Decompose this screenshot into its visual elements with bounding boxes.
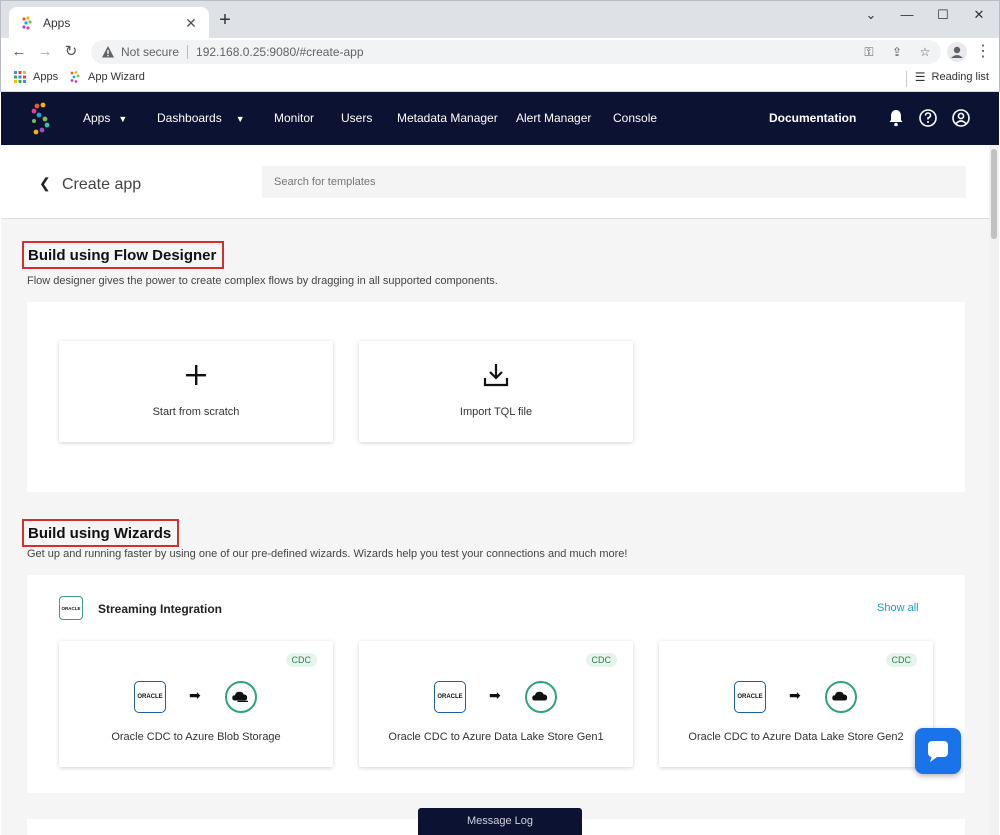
flow-designer-description: Flow designer gives the power to create … [27,275,498,287]
wizards-panel: ORACLE Streaming Integration Show all CD… [27,575,965,793]
oracle-source-icon: ORACLE [134,681,166,713]
show-all-link[interactable]: Show all [877,602,919,614]
message-log-tab[interactable]: Message Log [418,808,582,835]
reload-icon[interactable]: ↻ [61,42,81,62]
wizard-card[interactable]: CDC ORACLE ➡ Oracle CDC to Azure Data La… [359,641,633,767]
cdc-badge: CDC [285,653,317,667]
forward-arrow-icon[interactable]: → [35,42,55,62]
bookmark-app-wizard[interactable]: App Wizard [68,70,145,84]
template-search-input[interactable] [262,166,966,198]
card-label: Oracle CDC to Azure Blob Storage [111,731,281,743]
caret-down-icon: ▼ [235,114,245,124]
card-label: Import TQL file [459,406,533,418]
nav-apps-label: Apps [83,111,111,125]
scrollbar-thumb[interactable] [991,149,997,239]
striim-logo-icon [70,71,80,83]
nav-metadata-manager[interactable]: Metadata Manager [397,111,498,125]
arrow-right-icon: ➡ [189,687,201,703]
bookmarks-bar: Apps App Wizard ☰ Reading list [0,66,1000,92]
oracle-logo-icon: ORACLE [59,596,83,620]
page-header: ❮ Create app [1,145,989,219]
arrow-right-icon: ➡ [489,687,501,703]
share-icon[interactable]: ⇪ [889,44,905,60]
reading-list-label: Reading list [931,71,989,83]
reading-list-button[interactable]: ☰ Reading list [915,70,989,84]
bookmark-apps[interactable]: Apps [13,70,58,84]
striim-logo-icon[interactable] [27,101,55,137]
tab-title: Apps [43,16,71,30]
apps-grid-icon [14,71,26,83]
browser-tab[interactable]: Apps ✕ [9,7,209,39]
caret-down-icon: ▼ [118,114,128,124]
app-navbar: Apps ▼ Dashboards ▼ Monitor Users Metadata… [1,92,999,145]
user-account-icon[interactable] [951,108,971,128]
cdc-badge: CDC [885,653,917,667]
browser-menu-icon[interactable]: ⋮ [975,41,991,61]
chat-button[interactable] [915,728,961,774]
main-content: Build using Flow Designer Flow designer … [1,219,989,835]
profile-avatar-icon[interactable] [947,42,967,62]
azure-cloud-icon [525,681,557,713]
back-arrow-icon[interactable]: ← [9,42,29,62]
start-from-scratch-card[interactable]: Start from scratch [59,341,333,442]
key-icon[interactable]: ⚿ [861,44,877,60]
wizard-card[interactable]: CDC ORACLE ➡ Oracle CDC to Azure Blob St… [59,641,333,767]
bookmark-label: App Wizard [88,71,145,83]
omnibox[interactable]: Not secure 192.168.0.25:9080/#create-app… [91,40,941,64]
bell-icon[interactable] [886,108,906,128]
striim-favicon-icon [22,16,32,30]
chat-bubble-icon [928,741,948,762]
star-icon[interactable]: ☆ [917,44,933,60]
wizards-description: Get up and running faster by using one o… [27,548,628,560]
wizards-title: Build using Wizards [22,519,180,547]
omnibox-divider [187,45,189,59]
flow-designer-panel: Start from scratch Import TQL file [27,302,965,492]
cdc-badge: CDC [585,653,617,667]
new-tab-button[interactable]: + [215,10,235,30]
azure-cloud-icon [225,681,257,713]
nav-monitor[interactable]: Monitor [274,111,314,125]
window-close-icon[interactable]: ✕ [966,5,992,27]
nav-console[interactable]: Console [613,111,657,125]
nav-alert-manager[interactable]: Alert Manager [516,111,591,125]
help-icon[interactable] [918,108,938,128]
nav-documentation[interactable]: Documentation [769,111,856,125]
bookmark-label: Apps [33,71,59,83]
nav-users[interactable]: Users [341,111,372,125]
not-secure-label: Not secure [121,45,180,59]
omnibox-actions: ⚿ ⇪ ☆ [861,44,933,60]
nav-dashboards-label: Dashboards [157,111,222,125]
nav-apps[interactable]: Apps ▼ [83,111,127,125]
reading-list-icon: ☰ [914,70,926,84]
url-text[interactable]: 192.168.0.25:9080/#create-app [196,45,363,59]
oracle-source-icon: ORACLE [734,681,766,713]
page-scrollbar[interactable] [989,145,999,835]
download-icon [483,364,509,387]
bookmarks-divider [906,71,907,87]
flow-designer-title: Build using Flow Designer [22,241,225,269]
address-bar-row: ← → ↻ Not secure 192.168.0.25:9080/#crea… [0,38,1000,66]
tab-close-icon[interactable]: ✕ [183,15,199,32]
minimize-icon[interactable]: — [894,5,920,27]
nav-dashboards[interactable]: Dashboards ▼ [157,111,245,125]
plus-icon [186,365,206,385]
wizard-card[interactable]: CDC ORACLE ➡ Oracle CDC to Azure Data La… [659,641,933,767]
card-label: Start from scratch [152,406,240,418]
oracle-source-icon: ORACLE [434,681,466,713]
import-tql-card[interactable]: Import TQL file [359,341,633,442]
page-title: Create app [62,176,142,193]
maximize-icon[interactable]: ☐ [930,5,956,27]
back-chevron-icon[interactable]: ❮ [39,175,51,192]
chevron-down-icon[interactable]: ⌄ [858,5,884,27]
arrow-right-icon: ➡ [789,687,801,703]
card-label: Oracle CDC to Azure Data Lake Store Gen1 [388,731,604,743]
streaming-integration-title: Streaming Integration [98,602,223,616]
card-label: Oracle CDC to Azure Data Lake Store Gen2 [688,731,904,743]
browser-tab-bar: Apps ✕ + ⌄ — ☐ ✕ [0,0,1000,39]
warning-icon [102,46,114,58]
azure-cloud-icon [825,681,857,713]
